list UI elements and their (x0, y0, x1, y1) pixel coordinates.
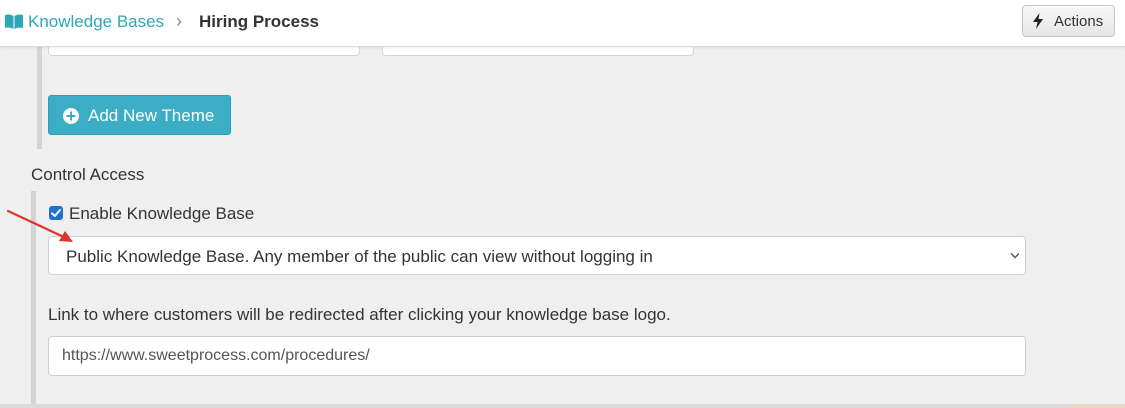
annotation-arrow-icon (6, 209, 73, 242)
visibility-select[interactable]: Public Knowledge Base. Any member of the… (48, 236, 1026, 275)
bottom-corner-strip (1068, 404, 1125, 408)
add-new-theme-label: Add New Theme (88, 106, 215, 125)
control-access-heading: Control Access (31, 165, 145, 184)
actions-button[interactable]: Actions (1022, 5, 1115, 37)
plus-circle-icon (63, 108, 79, 124)
breadcrumb-current-page: Hiring Process (199, 12, 319, 31)
breadcrumb-knowledge-bases-link[interactable]: Knowledge Bases (28, 12, 164, 32)
breadcrumb-separator-icon: › (176, 11, 182, 31)
top-bar: Knowledge Bases › Hiring Process Actions (0, 0, 1125, 47)
add-new-theme-button[interactable]: Add New Theme (48, 95, 231, 135)
book-icon[interactable] (4, 13, 24, 30)
enable-knowledge-base-label[interactable]: Enable Knowledge Base (69, 204, 254, 224)
actions-button-label: Actions (1054, 13, 1104, 30)
logo-link-help-text: Link to where customers will be redirect… (48, 305, 671, 324)
logo-link-url-input[interactable] (48, 336, 1026, 376)
visibility-select-value: Public Knowledge Base. Any member of the… (66, 247, 653, 266)
chevron-down-icon (1010, 253, 1020, 259)
bottom-edge-strip (0, 404, 1125, 408)
bolt-icon (1033, 13, 1043, 29)
section-divider-line (37, 46, 42, 149)
